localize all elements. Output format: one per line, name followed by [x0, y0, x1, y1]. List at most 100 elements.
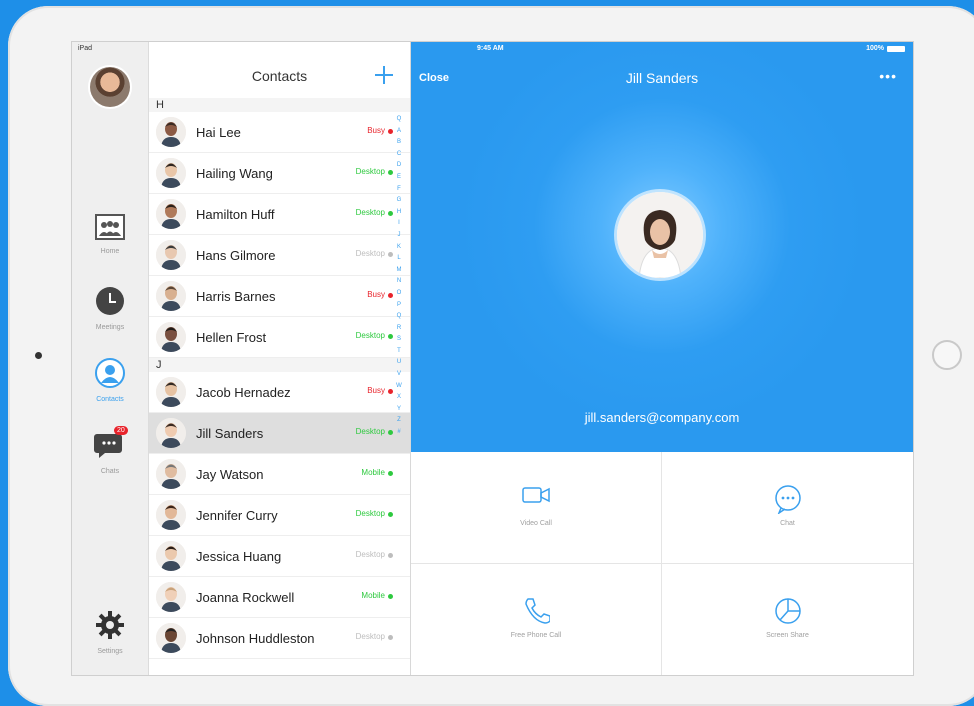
index-letter[interactable]: P [393, 300, 405, 312]
nav-item-home[interactable]: Home [72, 214, 148, 255]
contact-name: Joanna Rockwell [196, 590, 295, 605]
index-letter[interactable]: K [393, 242, 405, 254]
presence-dot [388, 512, 393, 517]
chat-icon [773, 484, 803, 519]
contact-row[interactable]: Hellen Frost Desktop [149, 317, 410, 358]
index-letter[interactable]: G [393, 195, 405, 207]
presence-dot [388, 594, 393, 599]
presence-label: Busy [367, 126, 385, 135]
nav-item-meetings[interactable]: Meetings [72, 286, 148, 331]
action-grid: Video Call Chat Free Phone Call Screen S… [411, 452, 913, 675]
presence-label: Busy [367, 386, 385, 395]
contact-photo [156, 541, 186, 571]
nav-item-settings[interactable]: Settings [72, 610, 148, 655]
contact-photo [156, 582, 186, 612]
index-letter[interactable]: F [393, 184, 405, 196]
free-phone-call-button[interactable]: Free Phone Call [411, 563, 662, 675]
index-letter[interactable]: I [393, 218, 405, 230]
contact-row[interactable]: Jessica Huang Desktop [149, 536, 410, 577]
contacts-title: Contacts [251, 68, 308, 84]
index-letter[interactable]: R [393, 323, 405, 335]
index-letter[interactable]: H [393, 207, 405, 219]
screen-share-button[interactable]: Screen Share [662, 564, 913, 676]
index-letter[interactable]: J [393, 230, 405, 242]
presence-label: Desktop [355, 167, 385, 176]
contact-photo [156, 459, 186, 489]
presence-dot [388, 471, 393, 476]
presence-label: Desktop [355, 331, 385, 340]
index-letter[interactable]: N [393, 276, 405, 288]
contact-photo [156, 322, 186, 352]
contact-photo [156, 117, 186, 147]
app-screen: iPad 9:45 AM 100% Home Meetings Contacts… [72, 42, 913, 675]
presence-label: Desktop [355, 550, 385, 559]
contact-avatar [617, 192, 703, 278]
nav-item-contacts[interactable]: Contacts [72, 358, 148, 403]
contact-name: Hai Lee [196, 125, 241, 140]
contact-row[interactable]: Jennifer Curry Desktop [149, 495, 410, 536]
contact-email[interactable]: jill.sanders@company.com [411, 410, 913, 425]
home-button[interactable] [932, 340, 962, 370]
index-letter[interactable]: Z [393, 415, 405, 427]
index-letter[interactable]: E [393, 172, 405, 184]
contacts-header: Contacts [149, 56, 410, 99]
video-call-label: Video Call [520, 520, 552, 527]
presence-label: Mobile [361, 591, 385, 600]
free-phone-call-label: Free Phone Call [510, 631, 562, 639]
contact-row[interactable]: Joanna Rockwell Mobile [149, 577, 410, 618]
contact-row[interactable]: Hamilton Huff Desktop [149, 194, 410, 235]
contact-row[interactable]: Hans Gilmore Desktop [149, 235, 410, 276]
home-icon [95, 214, 125, 245]
index-letter[interactable]: Q [393, 311, 405, 323]
contact-name: Harris Barnes [196, 289, 276, 304]
battery-status: 100% [866, 45, 905, 52]
gear-icon [95, 610, 125, 645]
my-avatar[interactable] [90, 67, 130, 107]
index-letter[interactable]: W [393, 381, 405, 393]
contact-row[interactable]: Hailing Wang Desktop [149, 153, 410, 194]
index-letter[interactable]: # [393, 427, 405, 439]
index-letter[interactable]: D [393, 160, 405, 172]
add-contact-button[interactable] [373, 64, 395, 86]
nav-label-chats: Chats [100, 468, 120, 475]
carrier-label: iPad [78, 45, 93, 52]
screen-share-label: Screen Share [766, 631, 809, 639]
index-letter[interactable]: M [393, 265, 405, 277]
contact-name: Jill Sanders [196, 426, 264, 441]
presence-label: Desktop [355, 509, 385, 518]
chat-button[interactable]: Chat [662, 452, 913, 564]
contact-row[interactable]: Hai Lee Busy [149, 112, 410, 153]
nav-item-chats[interactable]: 20 Chats [72, 426, 148, 475]
contact-photo [156, 623, 186, 653]
index-letter[interactable]: Q [393, 114, 405, 126]
contact-name: Jacob Hernadez [196, 385, 291, 400]
contact-name: Jennifer Curry [196, 508, 278, 523]
alphabet-index[interactable]: Q A B C D E F G H I J K L M N O P Q R S T U V W X Y Z # [393, 114, 405, 439]
index-letter[interactable]: L [393, 253, 405, 265]
more-options-button[interactable]: ••• [879, 68, 897, 84]
index-letter[interactable]: O [393, 288, 405, 300]
contact-row[interactable]: Jill Sanders Desktop [149, 413, 410, 454]
index-letter[interactable]: B [393, 137, 405, 149]
index-letter[interactable]: U [393, 357, 405, 369]
index-letter[interactable]: C [393, 149, 405, 161]
contact-row[interactable]: Jay Watson Mobile [149, 454, 410, 495]
plus-icon [375, 66, 393, 84]
presence-dot [388, 553, 393, 558]
index-letter[interactable]: Y [393, 404, 405, 416]
chat-badge: 20 [114, 426, 128, 435]
contact-row[interactable]: Harris Barnes Busy [149, 276, 410, 317]
contact-name: Johnson Huddleston [196, 631, 315, 646]
contacts-panel: Contacts H Hai Lee Busy Hailing Wang Desktop… [149, 42, 411, 675]
pie-chart-icon [773, 596, 803, 631]
contact-name: Hellen Frost [196, 330, 267, 345]
index-letter[interactable]: V [393, 369, 405, 381]
nav-label-meetings: Meetings [95, 324, 125, 331]
index-letter[interactable]: X [393, 392, 405, 404]
index-letter[interactable]: S [393, 334, 405, 346]
index-letter[interactable]: T [393, 346, 405, 358]
video-call-button[interactable]: Video Call [411, 452, 662, 564]
index-letter[interactable]: A [393, 126, 405, 138]
contact-row[interactable]: Johnson Huddleston Desktop [149, 618, 410, 659]
contact-row[interactable]: Jacob Hernadez Busy [149, 372, 410, 413]
